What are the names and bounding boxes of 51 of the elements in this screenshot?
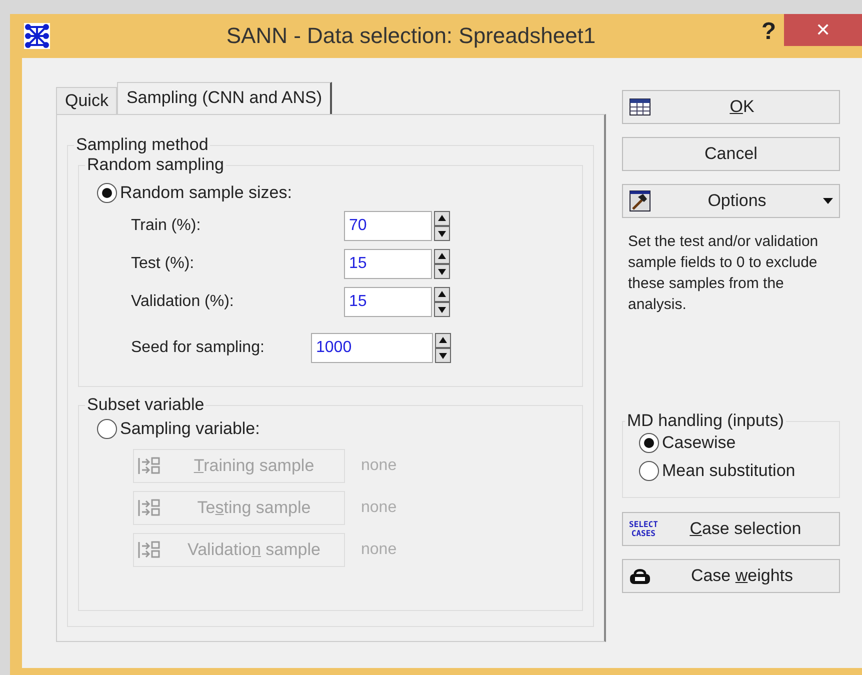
spin-down-icon[interactable] [434, 226, 450, 241]
radio-button[interactable] [97, 183, 117, 203]
group-title: Sampling method [75, 135, 210, 155]
tab[interactable]: Quick [56, 87, 118, 114]
spin-down-icon[interactable] [434, 264, 450, 279]
hammer-icon [629, 190, 651, 212]
tab[interactable]: Sampling (CNN and ANS) [117, 82, 332, 114]
field-label: Validation (%): [131, 293, 235, 311]
table-icon [629, 98, 651, 116]
dialog-button[interactable]: Cancel [622, 137, 840, 171]
variable-value: none [361, 541, 397, 559]
variable-value: none [361, 457, 397, 475]
spin-up-icon[interactable] [434, 249, 450, 264]
options-dropdown[interactable]: Options [622, 184, 840, 218]
help-button[interactable]: ? [761, 18, 776, 46]
radio-button[interactable] [639, 461, 659, 481]
variable-value: none [361, 499, 397, 517]
number-field[interactable]: 1000 [311, 333, 433, 363]
variables-icon [138, 456, 160, 476]
spin-down-icon[interactable] [434, 302, 450, 317]
number-field[interactable]: 15 [344, 249, 432, 279]
weight-icon [629, 567, 651, 585]
field-label: Test (%): [131, 255, 196, 273]
group-title: Subset variable [86, 395, 206, 415]
select-cases-icon: SELECT CASES [629, 520, 658, 538]
spin-up-icon[interactable] [434, 211, 450, 226]
radio-button[interactable] [639, 433, 659, 453]
window-title: SANN - Data selection: Spreadsheet1 [225, 23, 597, 49]
radio-button[interactable] [97, 419, 117, 439]
spin-up-icon[interactable] [435, 333, 451, 348]
radio-label: Casewise [662, 433, 736, 453]
dialog-button[interactable]: SELECT CASES Case selection [622, 512, 840, 546]
spin-down-icon[interactable] [435, 348, 451, 363]
number-field[interactable]: 15 [344, 287, 432, 317]
close-button[interactable]: ✕ [784, 14, 862, 46]
number-field[interactable]: 70 [344, 211, 432, 241]
radio-label: Sampling variable: [120, 419, 260, 439]
group-title: MD handling (inputs) [626, 411, 785, 431]
network-icon [24, 23, 50, 49]
radio-label: Mean substitution [662, 461, 796, 481]
dialog-button[interactable]: OK [622, 90, 840, 124]
field-label: Seed for sampling: [131, 339, 266, 357]
hint-text: Set the test and/or validation sample fields to 0 to exclude these samples from the analysis. [628, 232, 820, 315]
group-title: Random sampling [86, 155, 226, 175]
spin-up-icon[interactable] [434, 287, 450, 302]
field-label: Train (%): [131, 217, 202, 235]
dropdown-caret-icon [823, 198, 833, 204]
variables-icon [138, 498, 160, 518]
radio-label: Random sample sizes: [120, 183, 292, 203]
dialog-button[interactable]: Case weights [622, 559, 840, 593]
variables-icon [138, 540, 160, 560]
